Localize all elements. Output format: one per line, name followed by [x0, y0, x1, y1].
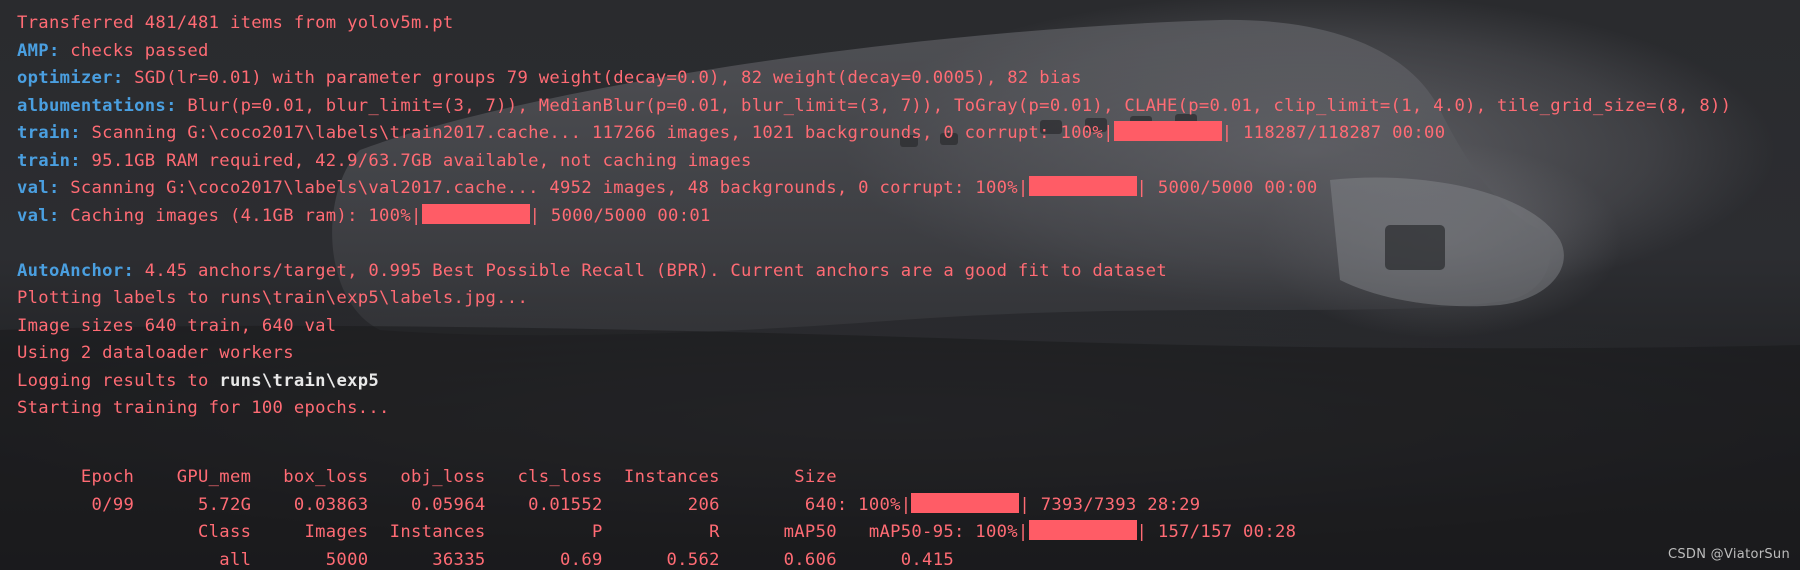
watermark-text: CSDN @ViatorSun [1667, 547, 1790, 562]
log-line-starting: Starting training for 100 epochs... [17, 395, 1797, 423]
log-text: | 5000/5000 00:00 [1136, 178, 1318, 198]
log-text: Transferred 481/481 items from yolov5m.p… [17, 13, 454, 33]
log-key: AutoAnchor: [17, 260, 135, 281]
log-text: checks passed [59, 40, 209, 61]
log-line-amp: AMP: checks passed [17, 38, 1797, 66]
log-text: SGD(lr=0.01) with parameter groups 79 we… [123, 68, 1082, 88]
progress-bar [1028, 520, 1137, 540]
log-line-plotting: Plotting labels to runs\train\exp5\label… [17, 285, 1797, 313]
log-text: 0/99 5.72G 0.03863 0.05964 0.01552 206 6… [17, 494, 912, 515]
log-key: val: [17, 178, 60, 198]
terminal-window: Transferred 481/481 items from yolov5m.p… [0, 0, 1800, 570]
log-key: val: [17, 205, 60, 226]
log-key: optimizer: [17, 68, 124, 88]
val-table-header: Class Images Instances P R mAP50 mAP50-9… [17, 519, 1797, 547]
log-line-logging: Logging results to runs\train\exp5 [17, 368, 1797, 396]
log-text: Plotting labels to runs\train\exp5\label… [17, 288, 529, 308]
log-key: train: [17, 123, 81, 143]
log-text: 95.1GB RAM required, 42.9/63.7GB availab… [80, 150, 752, 171]
log-text: Scanning G:\coco2017\labels\val2017.cach… [59, 178, 1029, 198]
log-line-transfer: Transferred 481/481 items from yolov5m.p… [17, 10, 1797, 38]
val-table-row: all 5000 36335 0.69 0.562 0.606 0.415 [17, 547, 1797, 570]
progress-bar [911, 492, 1020, 513]
log-text: Blur(p=0.01, blur_limit=(3, 7)), MedianB… [176, 95, 1732, 116]
log-text: Scanning G:\coco2017\labels\train2017.ca… [80, 123, 1114, 143]
terminal-output: Transferred 481/481 items from yolov5m.p… [17, 10, 1797, 570]
log-text: Epoch GPU_mem box_loss obj_loss cls_loss… [17, 467, 837, 487]
log-text: all 5000 36335 0.69 0.562 0.606 0.415 [17, 549, 955, 570]
log-line-workers: Using 2 dataloader workers [17, 340, 1797, 368]
log-key: AMP: [17, 40, 60, 61]
log-line-autoanchor: AutoAnchor: 4.45 anchors/target, 0.995 B… [17, 258, 1797, 286]
epoch-table-row: 0/99 5.72G 0.03863 0.05964 0.01552 206 6… [17, 492, 1797, 520]
log-line-optimizer: optimizer: SGD(lr=0.01) with parameter g… [17, 65, 1797, 93]
log-text: Caching images (4.1GB ram): 100%| [59, 205, 422, 226]
log-line-albumentations: albumentations: Blur(p=0.01, blur_limit=… [17, 93, 1797, 121]
log-text: Starting training for 100 epochs... [17, 398, 390, 418]
log-line-val-scan: val: Scanning G:\coco2017\labels\val2017… [17, 175, 1797, 203]
log-line-image-sizes: Image sizes 640 train, 640 val [17, 313, 1797, 341]
log-text: Image sizes 640 train, 640 val [17, 315, 337, 336]
log-text: Using 2 dataloader workers [17, 343, 294, 363]
log-key: train: [17, 150, 81, 171]
log-text: | 5000/5000 00:01 [529, 205, 711, 226]
log-path: runs\train\exp5 [219, 370, 380, 391]
log-text: Class Images Instances P R mAP50 mAP50-9… [17, 522, 1029, 542]
progress-bar [1113, 121, 1222, 141]
log-text: | 157/157 00:28 [1136, 522, 1297, 542]
epoch-table-header: Epoch GPU_mem box_loss obj_loss cls_loss… [17, 464, 1797, 492]
progress-bar [1028, 176, 1137, 196]
log-text: | 118287/118287 00:00 [1221, 123, 1446, 143]
progress-bar [421, 203, 530, 224]
log-text: | 7393/7393 28:29 [1019, 494, 1201, 515]
log-line-val-cache: val: Caching images (4.1GB ram): 100%| | … [17, 203, 1797, 231]
log-line-train-scan: train: Scanning G:\coco2017\labels\train… [17, 120, 1797, 148]
log-line-train-ram: train: 95.1GB RAM required, 42.9/63.7GB … [17, 148, 1797, 176]
log-key: albumentations: [17, 95, 177, 116]
log-text: Logging results to [17, 370, 220, 391]
log-text: 4.45 anchors/target, 0.995 Best Possible… [134, 260, 1167, 281]
